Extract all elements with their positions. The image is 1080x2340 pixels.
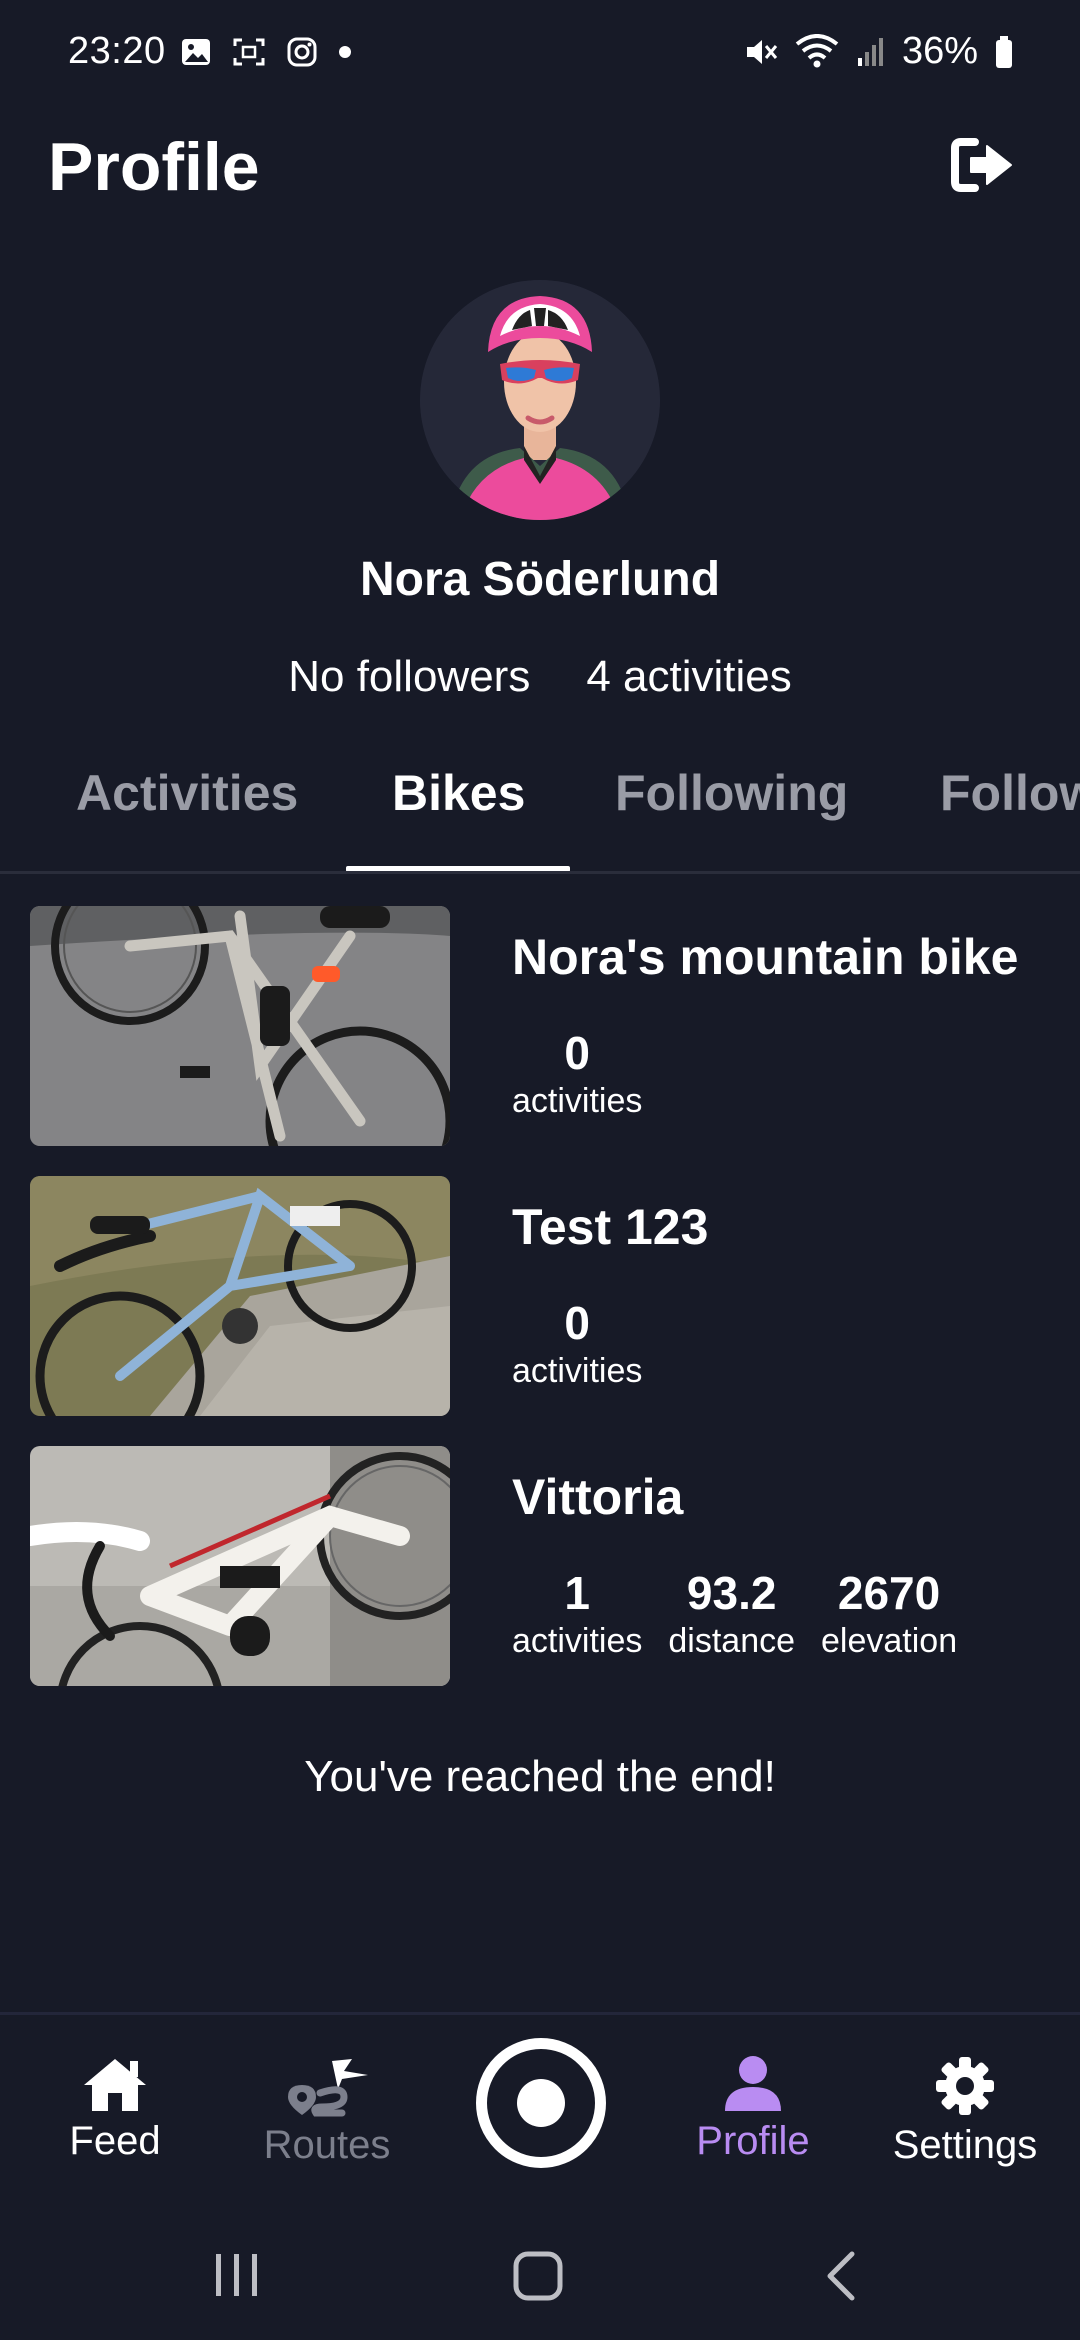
stat-activities: 0 activities <box>512 1296 642 1392</box>
bike-card[interactable]: Nora's mountain bike 0 activities <box>30 906 1060 1146</box>
gear-icon <box>936 2057 994 2115</box>
stat-elevation: 2670 elevation <box>821 1566 957 1662</box>
end-of-list-message: You've reached the end! <box>304 1752 776 1801</box>
bike-name: Test 123 <box>512 1199 709 1255</box>
recent-apps-icon <box>216 2254 257 2296</box>
stat-value: 93.2 <box>686 1567 777 1619</box>
stat-value: 0 <box>564 1297 590 1349</box>
back-chevron-icon <box>827 2251 855 2301</box>
bike-photo <box>30 906 450 1146</box>
home-icon <box>84 2059 146 2111</box>
tab-followers[interactable]: Followers <box>940 764 1080 822</box>
stat-label: activities <box>512 1622 643 1661</box>
nav-label: Profile <box>696 2119 810 2163</box>
screenshot-icon <box>233 38 265 66</box>
battery-percentage: 36% <box>901 30 978 72</box>
mute-icon <box>746 39 778 64</box>
stat-value: 1 <box>564 1567 590 1619</box>
route-icon <box>288 2059 368 2117</box>
user-name: Nora Söderlund <box>359 553 721 606</box>
cyclist-avatar-icon <box>420 280 660 520</box>
active-tab-indicator <box>346 866 570 871</box>
bike-photo <box>30 1446 450 1686</box>
bike-name: Nora's mountain bike <box>512 929 1019 985</box>
stat-label: activities <box>512 1352 643 1391</box>
nav-label: Settings <box>892 2123 1038 2167</box>
followers-count[interactable]: No followers <box>288 652 530 702</box>
bike-list: Nora's mountain bike 0 activities Test 1… <box>30 906 1060 1716</box>
bike-card[interactable]: Test 123 0 activities <box>30 1176 1060 1416</box>
stat-label: distance <box>668 1622 796 1661</box>
home-button[interactable] <box>512 2250 564 2307</box>
bike-name: Vittoria <box>512 1469 684 1525</box>
stat-value: 0 <box>564 1027 590 1079</box>
stat-activities: 1 activities <box>512 1566 642 1662</box>
user-stats: No followers 4 activities <box>0 652 1080 702</box>
bike-card[interactable]: Vittoria 1 activities 93.2 distance 2670… <box>30 1446 1060 1686</box>
stat-label: activities <box>512 1082 643 1121</box>
tab-following[interactable]: Following <box>615 764 848 822</box>
nav-label: Routes <box>263 2123 391 2167</box>
profile-tabs: Activities Bikes Following Followers <box>0 740 1080 874</box>
avatar <box>420 280 660 520</box>
gallery-icon <box>182 39 210 65</box>
tab-bikes[interactable]: Bikes <box>392 764 525 822</box>
status-bar: 23:20 36% <box>0 0 1080 110</box>
nav-profile[interactable]: Profile <box>653 2055 853 2164</box>
sign-out-icon <box>951 138 1012 192</box>
back-button[interactable] <box>822 2250 862 2307</box>
nav-feed[interactable]: Feed <box>15 2055 215 2164</box>
stat-distance: 93.2 distance <box>668 1566 795 1662</box>
stat-activities: 0 activities <box>512 1026 642 1122</box>
bike-photo <box>30 1176 450 1416</box>
record-dot-icon <box>517 2079 565 2127</box>
bike-stats: 1 activities 93.2 distance 2670 elevatio… <box>512 1566 957 1662</box>
page-title: Profile <box>48 129 260 205</box>
user-icon <box>725 2056 781 2111</box>
recent-apps-button[interactable] <box>212 2250 262 2305</box>
nav-routes[interactable]: Routes <box>227 2055 427 2168</box>
logout-button[interactable] <box>944 132 1020 198</box>
status-time: 23:20 <box>68 30 166 72</box>
system-nav-bar <box>0 2220 1080 2340</box>
stat-label: elevation <box>821 1622 958 1661</box>
wifi-icon <box>795 33 839 67</box>
home-square-icon <box>513 2251 563 2301</box>
bike-stats: 0 activities <box>512 1026 642 1122</box>
notification-dot-icon <box>339 46 351 58</box>
instagram-icon <box>287 37 317 67</box>
stat-value: 2670 <box>837 1567 941 1619</box>
bike-stats: 0 activities <box>512 1296 642 1392</box>
tab-activities[interactable]: Activities <box>76 764 298 822</box>
nav-settings[interactable]: Settings <box>865 2055 1065 2168</box>
nav-label: Feed <box>69 2119 161 2163</box>
battery-icon <box>996 35 1012 68</box>
record-button[interactable] <box>476 2038 606 2168</box>
activities-count[interactable]: 4 activities <box>586 652 791 702</box>
signal-icon <box>857 37 883 66</box>
